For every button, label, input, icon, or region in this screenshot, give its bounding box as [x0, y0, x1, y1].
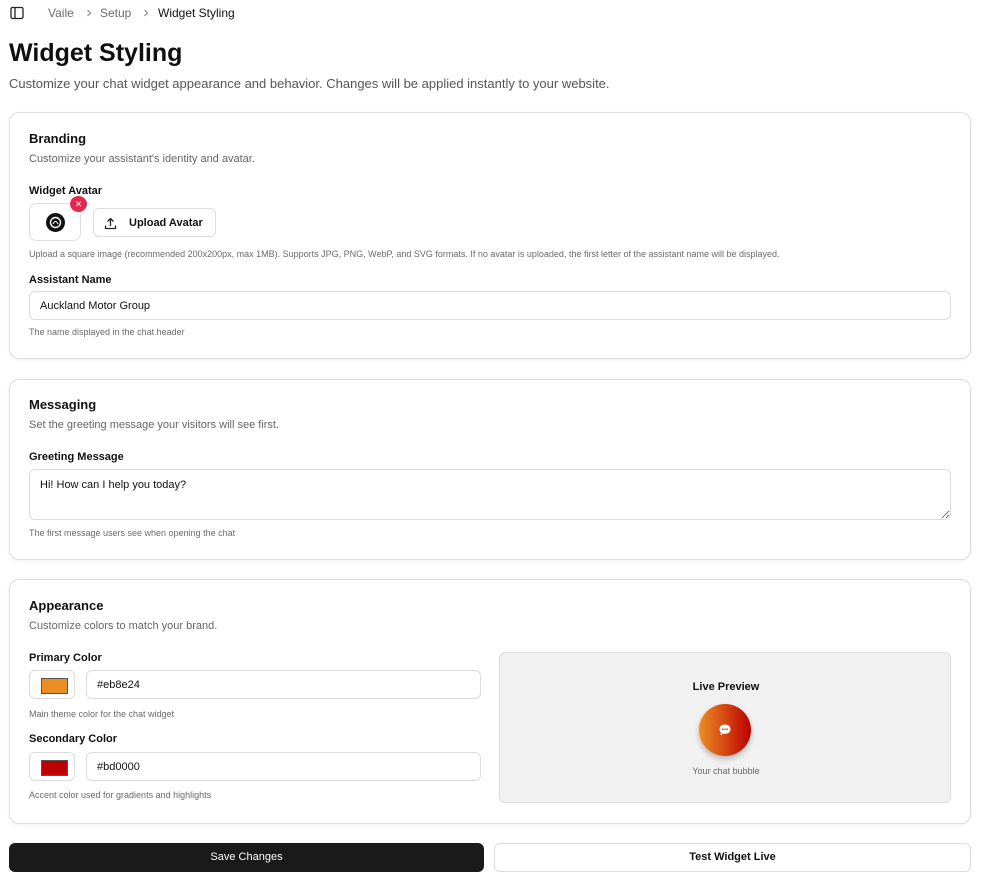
test-widget-live-button[interactable]: Test Widget Live — [494, 843, 971, 872]
primary-color-picker[interactable] — [29, 670, 75, 699]
secondary-color-input[interactable] — [86, 752, 481, 781]
primary-color-swatch — [41, 678, 68, 694]
secondary-color-picker[interactable] — [29, 752, 75, 781]
greeting-message-hint: The first message users see when opening… — [29, 528, 236, 538]
chat-bubble-preview[interactable] — [699, 704, 751, 756]
secondary-color-label: Secondary Color — [29, 733, 118, 745]
messaging-card: Messaging Set the greeting message your … — [9, 379, 971, 560]
upload-icon — [104, 217, 117, 230]
messaging-title: Messaging — [29, 397, 97, 412]
appearance-card: Appearance Customize colors to match you… — [9, 579, 971, 824]
greeting-message-textarea[interactable]: Hi! How can I help you today? — [29, 469, 951, 520]
primary-color-hint: Main theme color for the chat widget — [29, 709, 175, 719]
page-subtitle: Customize your chat widget appearance an… — [9, 76, 610, 91]
branding-card: Branding Customize your assistant's iden… — [9, 112, 971, 359]
primary-color-label: Primary Color — [29, 652, 102, 664]
live-preview-panel: Live Preview Your chat bubble — [499, 652, 951, 803]
breadcrumb-item-vaile[interactable]: Vaile — [48, 6, 74, 20]
chat-bubble-icon — [719, 724, 731, 736]
save-changes-button[interactable]: Save Changes — [9, 843, 484, 872]
secondary-color-swatch — [41, 760, 68, 776]
assistant-name-input[interactable] — [29, 291, 951, 320]
breadcrumb-item-setup[interactable]: Setup — [100, 6, 131, 20]
page-title: Widget Styling — [9, 39, 183, 67]
live-preview-title: Live Preview — [692, 681, 760, 693]
sidebar-panel-icon[interactable] — [10, 6, 24, 20]
secondary-color-hint: Accent color used for gradients and high… — [29, 790, 212, 800]
branding-description: Customize your assistant's identity and … — [29, 153, 255, 165]
messaging-description: Set the greeting message your visitors w… — [29, 419, 280, 431]
appearance-title: Appearance — [29, 598, 104, 613]
widget-avatar-label: Widget Avatar — [29, 185, 103, 197]
avatar-logo-icon — [46, 213, 65, 232]
avatar-hint: Upload a square image (recommended 200x2… — [29, 249, 780, 259]
close-icon: ✕ — [74, 199, 83, 209]
greeting-message-label: Greeting Message — [29, 451, 124, 463]
branding-title: Branding — [29, 131, 87, 146]
primary-color-input[interactable] — [86, 670, 481, 699]
remove-avatar-button[interactable]: ✕ — [70, 196, 87, 212]
appearance-description: Customize colors to match your brand. — [29, 620, 218, 632]
chat-bubble-caption: Your chat bubble — [692, 766, 760, 776]
chevron-right-icon — [87, 9, 92, 17]
assistant-name-label: Assistant Name — [29, 274, 112, 286]
avatar-mark-icon — [49, 216, 62, 229]
upload-avatar-label: Upload Avatar — [129, 217, 203, 229]
upload-avatar-button[interactable]: Upload Avatar — [93, 208, 216, 237]
assistant-name-hint: The name displayed in the chat header — [29, 327, 185, 337]
breadcrumb: Vaile Setup Widget Styling — [0, 0, 984, 26]
chevron-right-icon — [144, 9, 149, 17]
breadcrumb-item-current: Widget Styling — [158, 6, 235, 20]
